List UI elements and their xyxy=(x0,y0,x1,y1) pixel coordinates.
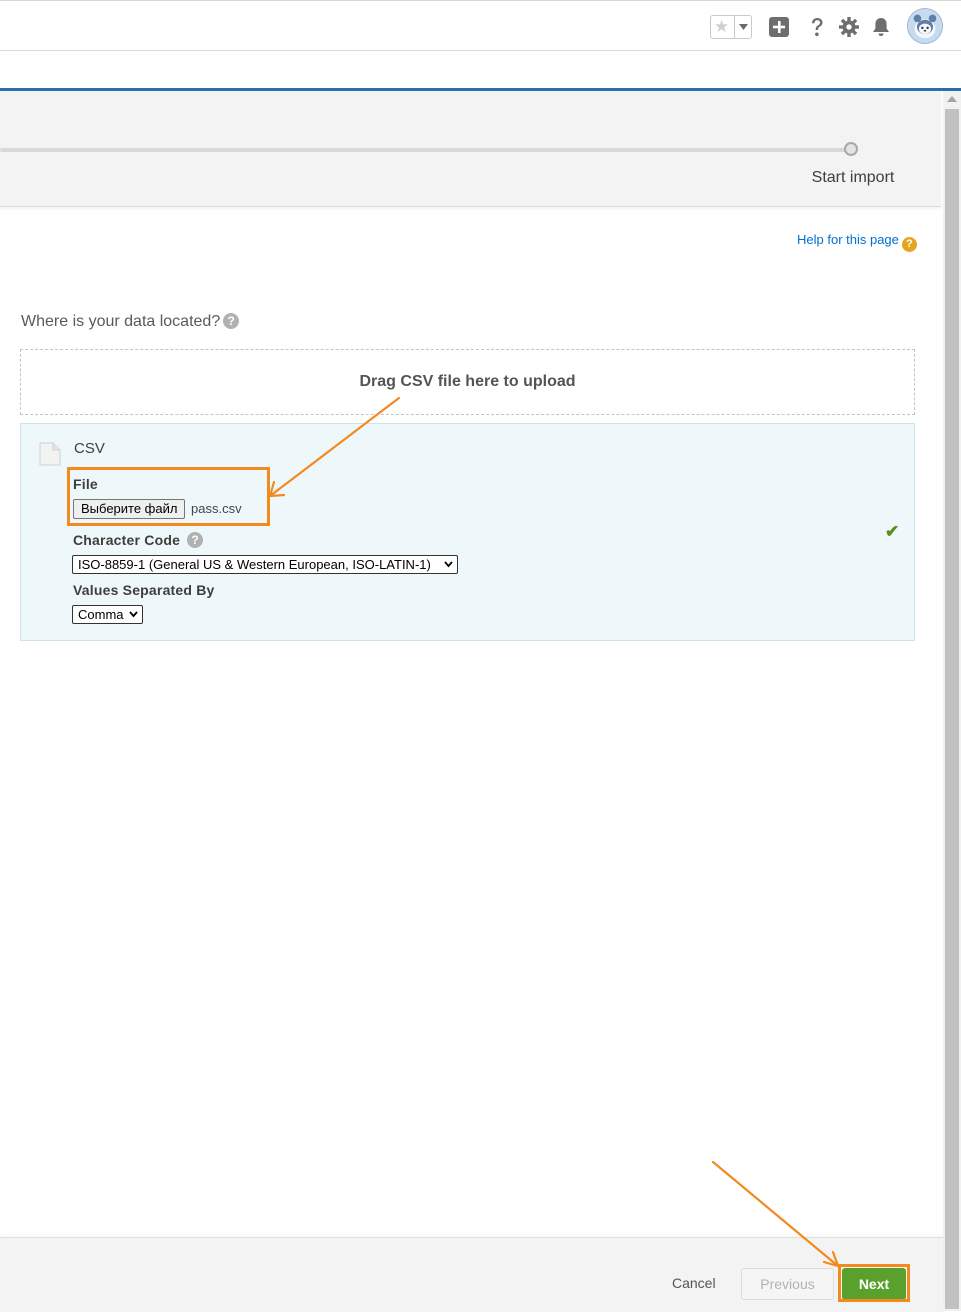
previous-button[interactable]: Previous xyxy=(741,1268,834,1300)
global-header: ★ xyxy=(0,0,961,51)
chevron-down-icon xyxy=(129,611,138,618)
help-link-text[interactable]: Help for this page xyxy=(797,232,899,247)
star-icon[interactable]: ★ xyxy=(714,17,729,37)
wizard-progress: Start import xyxy=(0,91,941,207)
scroll-up-arrow[interactable] xyxy=(947,96,957,102)
separator-select[interactable]: Comma xyxy=(72,605,143,624)
user-avatar[interactable] xyxy=(907,8,943,44)
bell-icon[interactable] xyxy=(869,15,893,39)
favorites-button[interactable]: ★ xyxy=(710,15,752,39)
choose-file-button[interactable]: Выберите файл xyxy=(73,499,186,519)
dropzone-text: Drag CSV file here to upload xyxy=(359,373,576,390)
cancel-button[interactable]: Cancel xyxy=(672,1275,716,1291)
plus-square-icon[interactable] xyxy=(767,15,791,39)
csv-source-panel[interactable]: CSV File Выберите файл pass.csv Characte… xyxy=(20,423,915,641)
document-icon xyxy=(39,442,61,466)
info-icon[interactable]: ? xyxy=(223,313,240,329)
help-question-icon[interactable]: ? xyxy=(901,237,917,252)
tab-bar xyxy=(0,51,961,88)
csv-title: CSV xyxy=(74,440,105,457)
checkmark-icon: ✔ xyxy=(885,522,900,541)
character-code-select[interactable]: ISO-8859-1 (General US & Western Europea… xyxy=(72,555,458,574)
help-link[interactable]: Help for this page? xyxy=(797,232,917,252)
favorites-dropdown-button[interactable] xyxy=(734,16,751,38)
astro-avatar-icon xyxy=(908,9,942,43)
chevron-down-icon xyxy=(738,24,748,30)
chevron-down-icon xyxy=(444,561,453,568)
character-code-info-icon[interactable]: ? xyxy=(187,532,204,548)
progress-track xyxy=(0,148,850,152)
page-scrollbar[interactable] xyxy=(943,91,961,1311)
character-code-value: ISO-8859-1 (General US & Western Europea… xyxy=(78,557,431,572)
file-label: File xyxy=(73,476,98,492)
step-indicator-start-import xyxy=(844,142,858,156)
separator-value: Comma xyxy=(78,607,124,622)
next-button[interactable]: Next xyxy=(842,1268,906,1300)
question-icon[interactable] xyxy=(805,15,829,39)
separator-label: Values Separated By xyxy=(73,582,215,598)
data-location-question: Where is your data located?? xyxy=(21,313,240,331)
data-location-label: Where is your data located? xyxy=(21,313,221,330)
selected-file-name: pass.csv xyxy=(191,501,242,516)
csv-dropzone[interactable]: Drag CSV file here to upload xyxy=(20,349,915,415)
scroll-thumb[interactable] xyxy=(945,109,959,1309)
step-label: Start import xyxy=(811,169,895,186)
wizard-footer: Cancel Previous Next xyxy=(0,1237,943,1312)
gear-icon[interactable] xyxy=(837,15,861,39)
character-code-label: Character Code ? xyxy=(73,532,204,548)
character-code-label-text: Character Code xyxy=(73,532,181,548)
